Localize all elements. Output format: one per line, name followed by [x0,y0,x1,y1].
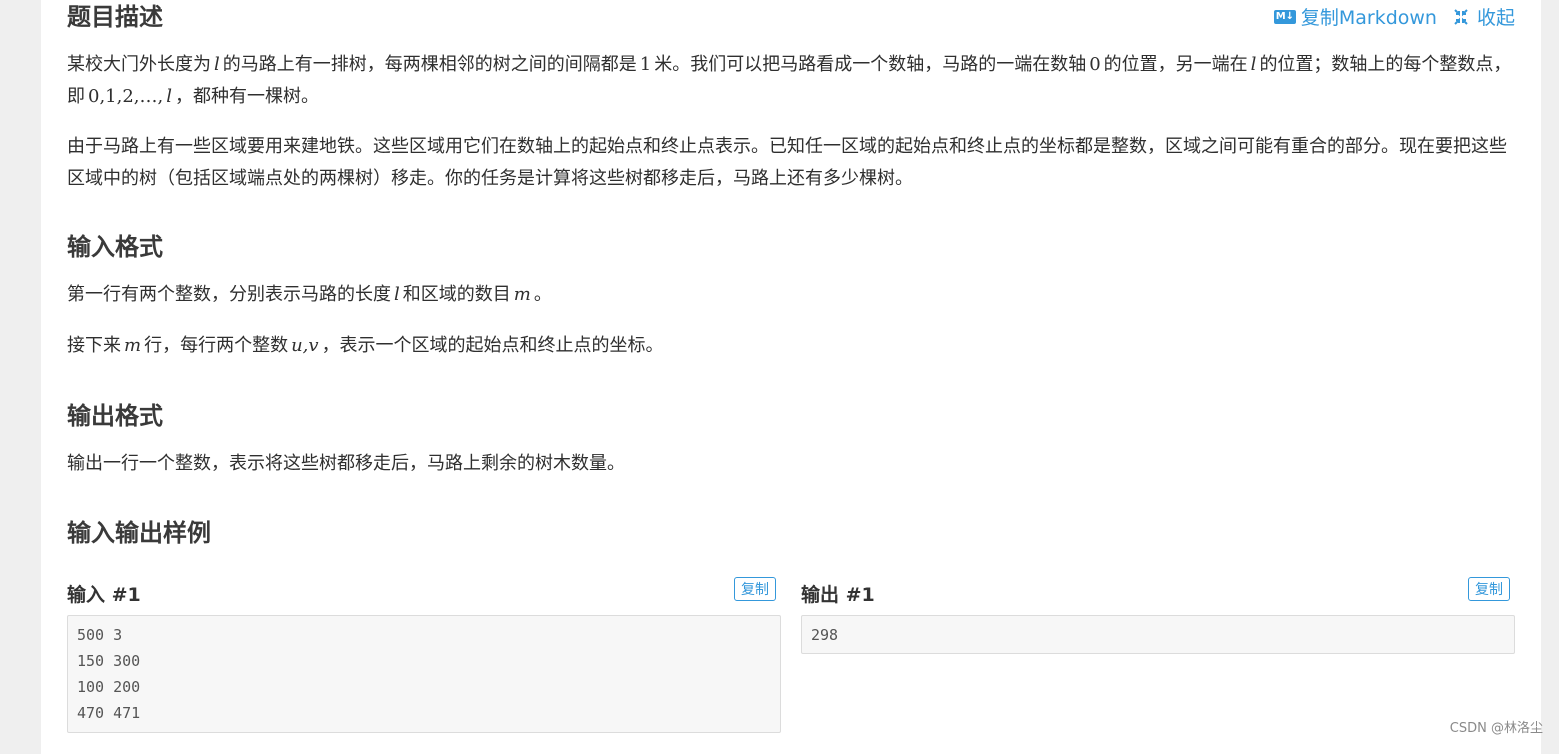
collapse-icon [1454,8,1468,25]
math-m: m [124,335,142,356]
output-format-paragraph: 输出一行一个整数，表示将这些树都移走后，马路上剩余的树木数量。 [67,453,625,474]
description-title: 题目描述 [67,3,163,31]
math-m: m [513,284,531,305]
description-paragraph-2: 由于马路上有一些区域要用来建地铁。这些区域用它们在数轴上的起始点和终止点表示。已… [67,136,1507,189]
description-paragraph-1: 某校大门外长度为 l 的马路上有一排树，每两棵相邻的树之间的间隔都是 1 米。我们可以把… [67,49,1517,113]
math-l: l [214,54,220,75]
sample-output-code[interactable]: 298 [801,615,1515,654]
collapse-button[interactable]: 收起 [1437,3,1515,30]
copy-output-button[interactable]: 复制 [1468,577,1510,601]
text: 。 [533,284,552,305]
sample-input-code[interactable]: 500 3 150 300 100 200 470 471 [67,615,781,733]
input-format-title: 输入格式 [67,233,163,261]
math-l: l [166,86,173,107]
sample-input-label: 输入 #1 [67,584,141,606]
text: 接下来 [67,335,121,356]
text: 行，每行两个整数 [144,335,289,356]
copy-input-button[interactable]: 复制 [734,577,776,601]
text: 某校大门外长度为 [67,54,211,75]
math-0: 0 [1089,54,1101,75]
sample-output-label: 输出 #1 [801,584,875,606]
text: ，表示一个区域的起始点和终止点的坐标。 [321,335,664,356]
collapse-label: 收起 [1476,7,1515,29]
copy-markdown-label: 复制Markdown [1300,7,1437,29]
math-sequence: 0,1,2,…, [88,86,164,107]
input-format-paragraph-2: 接下来 m 行，每行两个整数 u,v ，表示一个区域的起始点和终止点的坐标。 [67,330,1517,362]
samples-title: 输入输出样例 [67,519,211,547]
math-l: l [394,284,400,305]
math-uv: u,v [291,335,319,356]
math-l: l [1250,54,1257,75]
text: 和区域的数目 [402,284,511,305]
copy-markdown-button[interactable]: M↓ 复制Markdown [1273,3,1437,30]
text: 的马路上有一排树，每两棵相邻的树之间的间隔都是 [222,54,637,75]
markdown-icon: M↓ [1273,9,1296,24]
output-format-title: 输出格式 [67,402,163,430]
watermark: CSDN @林洛尘 [1449,721,1543,736]
text: 的位置，另一端在 [1103,54,1248,75]
text: ，都种有一棵树。 [175,86,320,107]
text: 第一行有两个整数，分别表示马路的长度 [67,284,391,305]
top-actions: M↓ 复制Markdown 收起 [1273,3,1515,30]
input-format-paragraph-1: 第一行有两个整数，分别表示马路的长度 l 和区域的数目 m。 [67,279,1517,311]
text: 米。我们可以把马路看成一个数轴，马路的一端在数轴 [654,54,1087,75]
math-1: 1 [639,54,652,75]
